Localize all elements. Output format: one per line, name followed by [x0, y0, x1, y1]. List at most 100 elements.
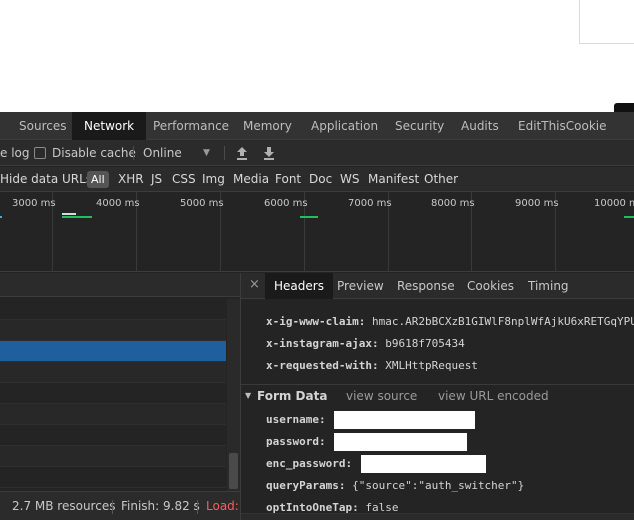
filter-img[interactable]: Img [202, 167, 225, 192]
summary-divider [112, 500, 113, 514]
filter-js[interactable]: JS [151, 167, 162, 192]
form-field-row: username: [266, 409, 476, 431]
tab-editthiscookie[interactable]: EditThisCookie [518, 112, 607, 140]
request-row[interactable] [0, 404, 226, 425]
filter-all[interactable]: All [87, 171, 109, 188]
tab-timing[interactable]: Timing [528, 273, 569, 299]
chevron-down-icon[interactable]: ▼ [203, 140, 210, 166]
tab-audits[interactable]: Audits [461, 112, 499, 140]
filter-css[interactable]: CSS [172, 167, 196, 192]
header-key: x-requested-with: [266, 359, 379, 372]
view-url-encoded-link[interactable]: view URL encoded [438, 385, 549, 407]
inspected-page [0, 0, 634, 112]
tab-response[interactable]: Response [397, 273, 455, 299]
page-element-dark [614, 103, 634, 112]
timeline-tick-label: 6000 ms [264, 198, 308, 209]
disable-cache-checkbox[interactable] [34, 147, 46, 159]
header-key: x-instagram-ajax: [266, 337, 379, 350]
header-value: hmac.AR2bBCXzB1GIWlF8nplWfAjkU6xRETGqYPU… [371, 315, 634, 328]
form-field-row: enc_password: [266, 453, 486, 475]
tab-cookies[interactable]: Cookies [467, 273, 514, 299]
download-icon[interactable] [262, 145, 276, 161]
devtools-tabbar: Sources Network Performance Memory Appli… [0, 112, 634, 140]
upload-icon[interactable] [235, 145, 249, 161]
view-source-link[interactable]: view source [346, 385, 417, 407]
filter-xhr[interactable]: XHR [118, 167, 144, 192]
form-field-key: queryParams: [266, 479, 346, 492]
close-icon[interactable]: × [249, 273, 260, 299]
request-detail-pane: × Headers Preview Response Cookies Timin… [241, 273, 634, 520]
filter-bar: Hide data URLs All XHR JS CSS Img Media … [0, 167, 634, 192]
timeline-request-bar [62, 216, 92, 218]
throttling-select[interactable]: Online [143, 140, 182, 166]
request-row[interactable] [0, 320, 226, 341]
network-summary-bar: 2.7 MB resources Finish: 9.82 s Load: [0, 491, 240, 520]
timeline-request-bar [0, 216, 2, 218]
timeline-request-bar [624, 216, 634, 218]
header-value: XMLHttpRequest [385, 359, 478, 372]
filter-doc[interactable]: Doc [309, 167, 332, 192]
tab-memory[interactable]: Memory [243, 112, 292, 140]
filter-other[interactable]: Other [424, 167, 458, 192]
request-list: 2.7 MB resources Finish: 9.82 s Load: [0, 273, 241, 520]
tab-sources[interactable]: Sources [19, 112, 66, 140]
timeline-tick-label: 5000 ms [180, 198, 224, 209]
form-field-row: password: [266, 431, 468, 453]
disable-cache-label[interactable]: Disable cache [52, 140, 136, 166]
timeline-tick-label: 3000 ms [12, 198, 56, 209]
resources-size: 2.7 MB resources [12, 499, 116, 513]
toolbar-divider [133, 146, 134, 160]
timeline-tick-label: 4000 ms [96, 198, 140, 209]
request-row-selected[interactable] [0, 341, 226, 362]
toolbar-divider [224, 146, 225, 160]
detail-horizontal-scrollbar[interactable] [241, 513, 634, 520]
request-row[interactable] [0, 467, 226, 488]
request-row[interactable] [0, 383, 226, 404]
network-toolbar: e log Disable cache Online ▼ [0, 140, 634, 166]
filter-media[interactable]: Media [233, 167, 269, 192]
header-value: b9618f705434 [385, 337, 465, 350]
request-row[interactable] [0, 446, 226, 467]
redacted-value [334, 411, 476, 429]
timeline-tick-label: 10000 ms [594, 198, 634, 209]
load-time: Load: [206, 499, 239, 513]
tab-security[interactable]: Security [395, 112, 444, 140]
tab-preview[interactable]: Preview [337, 273, 384, 299]
filter-manifest[interactable]: Manifest [368, 167, 419, 192]
finish-time: Finish: 9.82 s [121, 499, 200, 513]
preserve-log-label[interactable]: e log [0, 140, 30, 166]
form-data-title: Form Data [257, 389, 328, 403]
form-field-value: {"source":"auth_switcher"} [352, 479, 525, 492]
scrollbar-thumb[interactable] [229, 453, 238, 489]
timeline-request-bar [300, 216, 318, 218]
timeline-tick-label: 8000 ms [431, 198, 475, 209]
devtools-panel: Sources Network Performance Memory Appli… [0, 112, 634, 520]
redacted-value [360, 455, 486, 473]
redacted-value [334, 433, 468, 451]
form-field-key: password: [266, 435, 326, 448]
tab-network[interactable]: Network [72, 112, 147, 140]
filter-ws[interactable]: WS [340, 167, 359, 192]
filter-font[interactable]: Font [275, 167, 301, 192]
hide-data-urls-label[interactable]: Hide data URLs [0, 167, 92, 192]
page-element [579, 0, 634, 44]
triangle-down-icon[interactable]: ▼ [245, 385, 251, 407]
tab-application[interactable]: Application [311, 112, 378, 140]
header-row: x-instagram-ajax: b9618f705434 [266, 333, 465, 355]
summary-divider [197, 500, 198, 514]
request-list-scrollbar[interactable] [227, 299, 240, 491]
request-row[interactable] [0, 299, 226, 320]
timeline-request-bar [62, 213, 76, 215]
tab-headers[interactable]: Headers [265, 273, 333, 299]
timeline-tick-label: 9000 ms [515, 198, 559, 209]
form-data-section-header[interactable]: ▼ Form Data view source view URL encoded [241, 384, 634, 406]
tab-performance[interactable]: Performance [153, 112, 229, 140]
form-field-row: queryParams: {"source":"auth_switcher"} [266, 475, 524, 497]
timeline-tick-label: 7000 ms [348, 198, 392, 209]
request-row[interactable] [0, 362, 226, 383]
detail-tabbar: × Headers Preview Response Cookies Timin… [241, 273, 634, 299]
timeline-overview[interactable]: 3000 ms 4000 ms 5000 ms 6000 ms 7000 ms … [0, 192, 634, 272]
request-list-header [0, 273, 240, 297]
header-row: x-ig-www-claim: hmac.AR2bBCXzB1GIWlF8npl… [266, 311, 634, 333]
request-row[interactable] [0, 425, 226, 446]
